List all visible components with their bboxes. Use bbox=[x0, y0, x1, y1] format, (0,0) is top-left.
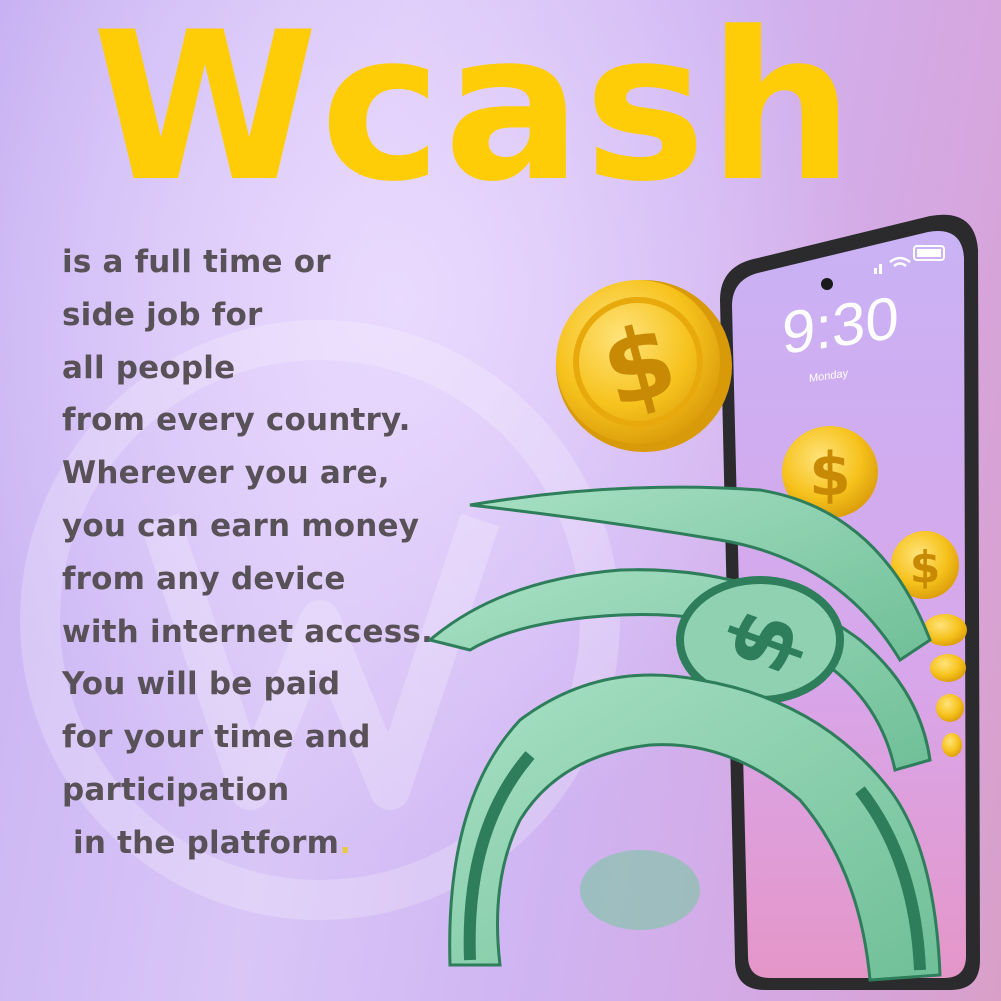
svg-text:$: $ bbox=[809, 440, 851, 510]
dollar-coin-icon: $ bbox=[556, 280, 732, 452]
svg-text:$: $ bbox=[910, 542, 941, 593]
illustration: 9:30 Monday $ $ $ $ bbox=[426, 214, 980, 991]
